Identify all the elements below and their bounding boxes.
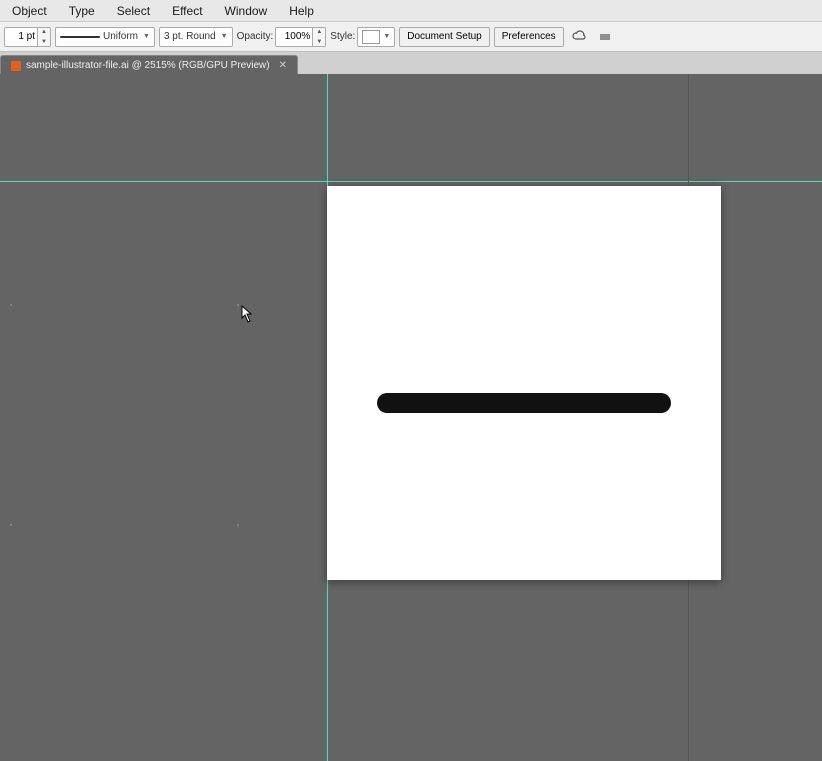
cursor-indicator (240, 304, 256, 320)
guide-horizontal-top (0, 181, 822, 182)
opacity-up[interactable]: ▲ (313, 27, 325, 37)
style-swatch (362, 30, 380, 44)
ruler-tick-2 (237, 304, 239, 306)
canvas-area[interactable] (0, 74, 822, 761)
stroke-width-down[interactable]: ▼ (38, 37, 50, 47)
stroke-width-input[interactable] (5, 28, 37, 46)
art-rounded-rect-shape (377, 393, 671, 413)
menu-window[interactable]: Window (221, 3, 272, 19)
cloud-icon-button[interactable] (568, 26, 590, 48)
stroke-style-arrow: ▼ (143, 33, 150, 40)
menu-bar: Object Type Select Effect Window Help (0, 0, 822, 22)
toolbar: ▲ ▼ Uniform ▼ 3 pt. Round ▼ Opacity: ▲ ▼… (0, 22, 822, 52)
menu-select[interactable]: Select (113, 3, 154, 19)
style-label: Style: (330, 31, 355, 42)
style-dropdown[interactable]: ▼ (357, 27, 395, 47)
stroke-width-up[interactable]: ▲ (38, 27, 50, 37)
menu-effect[interactable]: Effect (168, 3, 206, 19)
artboard (327, 186, 721, 580)
stroke-style-label: Uniform (103, 31, 138, 42)
menu-type[interactable]: Type (65, 3, 99, 19)
opacity-arrows: ▲ ▼ (312, 27, 325, 47)
stroke-round-label: 3 pt. Round (164, 31, 216, 42)
doc-tab-label: sample-illustrator-file.ai @ 2515% (RGB/… (26, 60, 270, 71)
doc-tab-active[interactable]: sample-illustrator-file.ai @ 2515% (RGB/… (0, 55, 298, 75)
style-arrow: ▼ (383, 33, 390, 40)
ruler-tick-4 (237, 524, 239, 526)
opacity-input[interactable] (276, 28, 312, 46)
opacity-down[interactable]: ▼ (313, 37, 325, 47)
stroke-width-arrows: ▲ ▼ (37, 27, 50, 47)
cloud-icon (571, 29, 587, 45)
ruler-tick-3 (10, 524, 12, 526)
menu-object[interactable]: Object (8, 3, 51, 19)
cursor-icon (240, 304, 256, 324)
stroke-round-arrow: ▼ (221, 33, 228, 40)
document-setup-button[interactable]: Document Setup (399, 27, 490, 47)
opacity-spinbox[interactable]: ▲ ▼ (275, 27, 326, 47)
style-group: Style: ▼ (330, 27, 395, 47)
arrange-icon-button[interactable] (594, 26, 616, 48)
doc-tab-icon (11, 61, 21, 71)
arrange-icon (598, 30, 612, 44)
doc-tab-close[interactable]: ✕ (279, 60, 287, 71)
stroke-style-dropdown[interactable]: Uniform ▼ (55, 27, 155, 47)
opacity-group: Opacity: ▲ ▼ (237, 27, 327, 47)
menu-help[interactable]: Help (285, 3, 318, 19)
ruler-tick-1 (10, 304, 12, 306)
stroke-width-group: ▲ ▼ (4, 27, 51, 47)
stroke-round-dropdown[interactable]: 3 pt. Round ▼ (159, 27, 233, 47)
opacity-label: Opacity: (237, 31, 274, 42)
stroke-width-spinbox[interactable]: ▲ ▼ (4, 27, 51, 47)
preferences-button[interactable]: Preferences (494, 27, 564, 47)
tab-bar: sample-illustrator-file.ai @ 2515% (RGB/… (0, 52, 822, 74)
